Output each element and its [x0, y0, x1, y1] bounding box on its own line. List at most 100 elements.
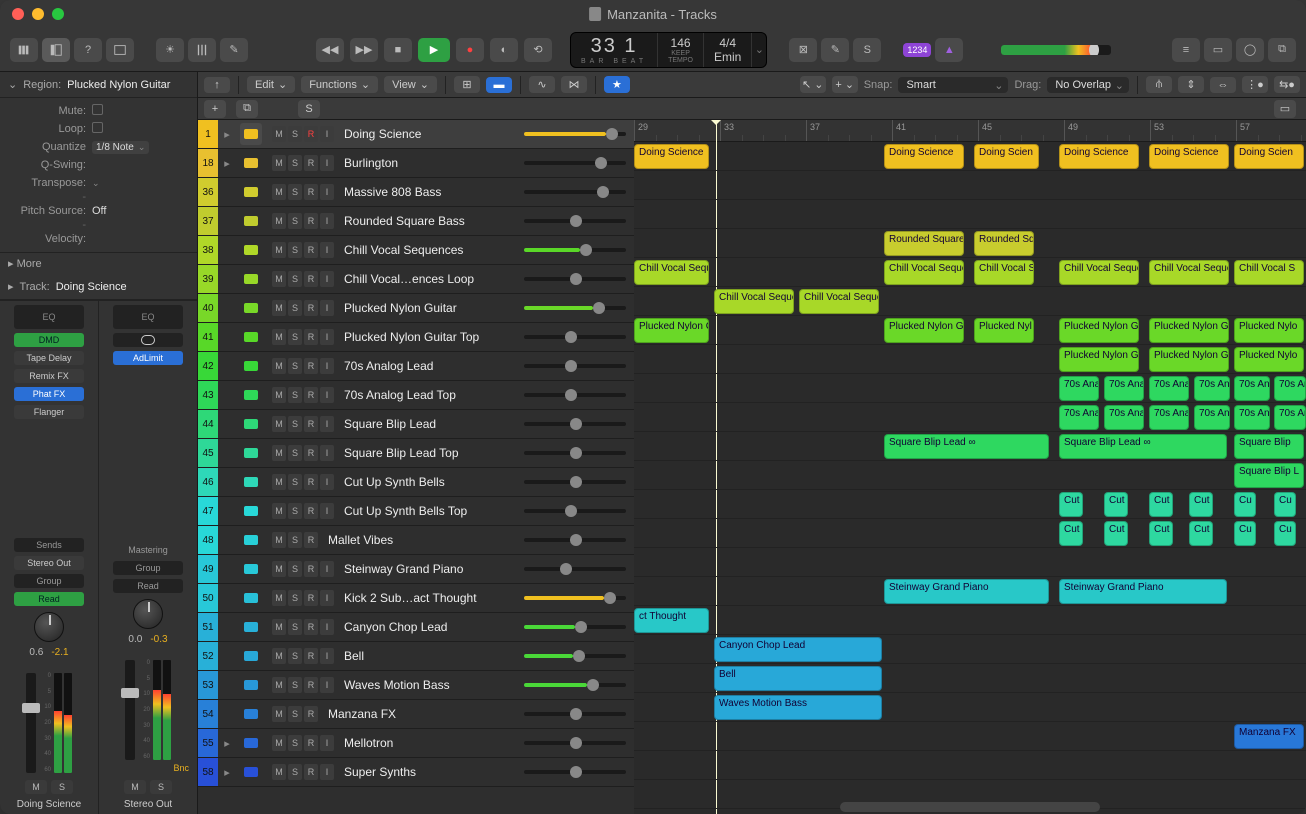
input-monitor-button[interactable]: I	[320, 126, 334, 142]
track-name[interactable]: Waves Motion Bass	[334, 678, 524, 692]
drag-select[interactable]: No Overlap	[1047, 77, 1129, 93]
region[interactable]: Plucked Nylon G	[1059, 347, 1139, 372]
track-icon[interactable]	[240, 442, 262, 464]
insert-slot[interactable]: DMD	[14, 333, 84, 347]
solo-button[interactable]: S	[288, 242, 302, 258]
track-header[interactable]: 44 M S R I Square Blip Lead	[198, 410, 634, 439]
track-icon[interactable]	[240, 558, 262, 580]
master-volume-slider[interactable]	[1001, 45, 1111, 55]
mute-button[interactable]: M	[272, 155, 286, 171]
solo-button[interactable]: S	[288, 764, 302, 780]
notepad-button[interactable]: ▭	[1204, 38, 1232, 62]
track-name[interactable]: Cut Up Synth Bells	[334, 475, 524, 489]
snap-select[interactable]: Smart	[898, 77, 1008, 93]
track-icon[interactable]	[240, 500, 262, 522]
duplicate-track-button[interactable]: ⧉	[236, 100, 258, 118]
functions-menu[interactable]: Functions ⌄	[301, 76, 378, 93]
region[interactable]: Cu	[1234, 521, 1256, 546]
track-icon[interactable]	[240, 210, 262, 232]
disclosure-triangle[interactable]: ▸	[218, 128, 236, 141]
pitch-source-popup[interactable]: Off	[92, 205, 189, 217]
arrange-row[interactable]	[634, 171, 1306, 200]
eq-thumbnail[interactable]: EQ	[14, 305, 84, 329]
browser-button[interactable]: ⧉	[1268, 38, 1296, 62]
track-name[interactable]: Plucked Nylon Guitar Top	[334, 330, 524, 344]
track-name[interactable]: Square Blip Lead	[334, 417, 524, 431]
mute-button[interactable]: M	[272, 735, 286, 751]
track-icon[interactable]	[240, 529, 262, 551]
solo-button[interactable]: S	[288, 271, 302, 287]
horizontal-scrollbar[interactable]	[840, 802, 1100, 812]
region[interactable]: Plucked Nylon G	[1059, 318, 1139, 343]
region[interactable]: Cut	[1189, 492, 1213, 517]
insert-slot[interactable]: Remix FX	[14, 369, 84, 383]
track-header[interactable]: 48 M S R Mallet Vibes	[198, 526, 634, 555]
track-name[interactable]: Manzana FX	[318, 707, 524, 721]
automation-button[interactable]: ∿	[529, 76, 555, 93]
solo-button[interactable]: S	[288, 648, 302, 664]
region[interactable]: Cu	[1274, 492, 1296, 517]
volume-fader[interactable]	[125, 660, 135, 760]
region[interactable]: Square Blip Lead ∞	[884, 434, 1049, 459]
smart-controls-button[interactable]: ☀	[156, 38, 184, 62]
track-volume-slider[interactable]	[524, 509, 626, 513]
mute-button[interactable]: M	[272, 764, 286, 780]
region[interactable]: Doing Science	[1149, 144, 1229, 169]
record-enable-button[interactable]: R	[304, 184, 318, 200]
record-enable-button[interactable]: R	[304, 445, 318, 461]
minimize-window-button[interactable]	[32, 8, 44, 20]
forward-button[interactable]: ▶▶	[350, 38, 378, 62]
record-enable-button[interactable]: R	[304, 271, 318, 287]
track-volume-slider[interactable]	[524, 480, 626, 484]
region[interactable]: 70s Ana	[1104, 405, 1144, 430]
group-slot[interactable]: Group	[14, 574, 84, 588]
arrange-row[interactable]: Steinway Grand PianoSteinway Grand Piano	[634, 577, 1306, 606]
track-name[interactable]: 70s Analog Lead	[334, 359, 524, 373]
track-volume-slider[interactable]	[524, 335, 626, 339]
input-monitor-button[interactable]: I	[320, 300, 334, 316]
track-volume-slider[interactable]	[524, 654, 626, 658]
region[interactable]: Bell	[714, 666, 882, 691]
track-volume-slider[interactable]	[524, 596, 626, 600]
pan-knob[interactable]	[34, 612, 64, 642]
track-header[interactable]: 39 M S R I Chill Vocal…ences Loop	[198, 265, 634, 294]
region[interactable]: Waves Motion Bass	[714, 695, 882, 720]
region[interactable]: Chill Vocal S	[974, 260, 1034, 285]
mute-button[interactable]: M	[272, 503, 286, 519]
library-button[interactable]	[10, 38, 38, 62]
vertical-auto-zoom-button[interactable]: ⇕	[1178, 76, 1204, 93]
rewind-button[interactable]: ◀◀	[316, 38, 344, 62]
input-monitor-button[interactable]: I	[320, 561, 334, 577]
track-header[interactable]: 58 ▸ M S R I Super Synths	[198, 758, 634, 787]
record-enable-button[interactable]: R	[304, 300, 318, 316]
record-enable-button[interactable]: R	[304, 706, 318, 722]
pointer-tool[interactable]: ↖ ⌄	[800, 76, 826, 93]
replace-button[interactable]: ⟲	[524, 38, 552, 62]
edit-menu[interactable]: Edit ⌄	[247, 76, 295, 93]
lcd-timesig[interactable]: 4/4	[719, 36, 736, 50]
volume-fader[interactable]	[26, 673, 36, 773]
record-enable-button[interactable]: R	[304, 358, 318, 374]
play-button[interactable]: ▶	[418, 38, 450, 62]
mute-button[interactable]: M	[272, 300, 286, 316]
solo-button[interactable]: S	[288, 590, 302, 606]
input-monitor-button[interactable]: I	[320, 271, 334, 287]
track-header[interactable]: 41 M S R I Plucked Nylon Guitar Top	[198, 323, 634, 352]
solo-button[interactable]: S	[288, 532, 302, 548]
region[interactable]: Doing Scien	[974, 144, 1039, 169]
disclosure-triangle[interactable]: ▸	[218, 157, 236, 170]
region[interactable]: 70s Ana	[1059, 405, 1099, 430]
grid-view-button[interactable]: ⊞	[454, 76, 480, 93]
bar-ruler[interactable]: 2933374145495357	[634, 120, 1306, 142]
record-enable-button[interactable]: R	[304, 329, 318, 345]
region[interactable]: Square Blip Lead ∞	[1059, 434, 1227, 459]
track-icon[interactable]	[240, 413, 262, 435]
region[interactable]: Chill Vocal Seque	[1149, 260, 1229, 285]
input-monitor-button[interactable]: I	[320, 735, 334, 751]
solo-button[interactable]: S	[288, 126, 302, 142]
region[interactable]: Cut	[1189, 521, 1213, 546]
track-volume-slider[interactable]	[524, 712, 626, 716]
track-header[interactable]: 1 ▸ M S R I Doing Science	[198, 120, 634, 149]
track-icon[interactable]	[240, 471, 262, 493]
loop-checkbox[interactable]	[92, 122, 103, 133]
